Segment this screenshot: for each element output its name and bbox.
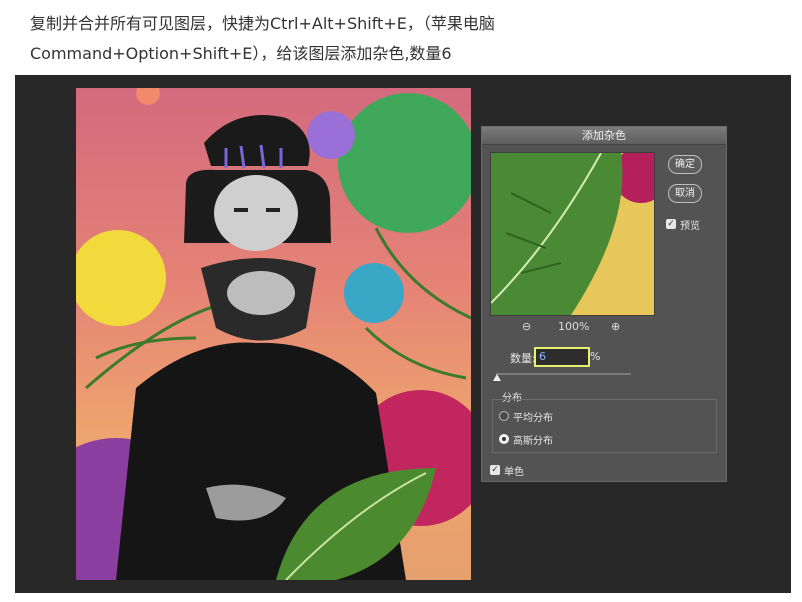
distribution-group: 平均分布 高斯分布	[492, 399, 717, 453]
collage-artwork	[76, 88, 471, 580]
amount-slider-thumb[interactable]	[493, 374, 501, 381]
noise-preview[interactable]	[490, 152, 655, 316]
add-noise-dialog: 添加杂色 确定 取消 ✓ 预览 ⊖ 100% ⊕ 数量: 6 % 分布 平均分布	[481, 126, 727, 482]
caption-line-2: Command+Option+Shift+E），给该图层添加杂色,数量6	[30, 44, 452, 63]
preview-label: 预览	[680, 221, 700, 232]
preview-image	[491, 153, 654, 315]
ok-button[interactable]: 确定	[668, 155, 702, 174]
photoshop-workspace: 添加杂色 确定 取消 ✓ 预览 ⊖ 100% ⊕ 数量: 6 % 分布 平均分布	[15, 75, 791, 593]
preview-checkbox[interactable]: ✓	[666, 219, 676, 229]
amount-slider-track[interactable]	[496, 373, 631, 375]
monochrome-checkbox[interactable]: ✓	[490, 465, 500, 475]
dialog-title: 添加杂色	[482, 127, 726, 145]
zoom-out-icon[interactable]: ⊖	[522, 320, 531, 333]
gaussian-label: 高斯分布	[513, 436, 553, 447]
cancel-button[interactable]: 取消	[668, 184, 702, 203]
caption-line-1: 复制并合并所有可见图层，快捷为Ctrl+Alt+Shift+E，（苹果电脑	[30, 14, 495, 33]
amount-unit: %	[590, 350, 601, 363]
artwork-canvas	[76, 88, 471, 580]
uniform-label: 平均分布	[513, 413, 553, 424]
zoom-level: 100%	[558, 320, 590, 333]
zoom-in-icon[interactable]: ⊕	[611, 320, 620, 333]
amount-label: 数量:	[510, 352, 536, 365]
amount-input[interactable]: 6	[534, 347, 590, 367]
gaussian-radio[interactable]	[499, 434, 509, 444]
uniform-radio[interactable]	[499, 411, 509, 421]
monochrome-label: 单色	[504, 467, 524, 478]
